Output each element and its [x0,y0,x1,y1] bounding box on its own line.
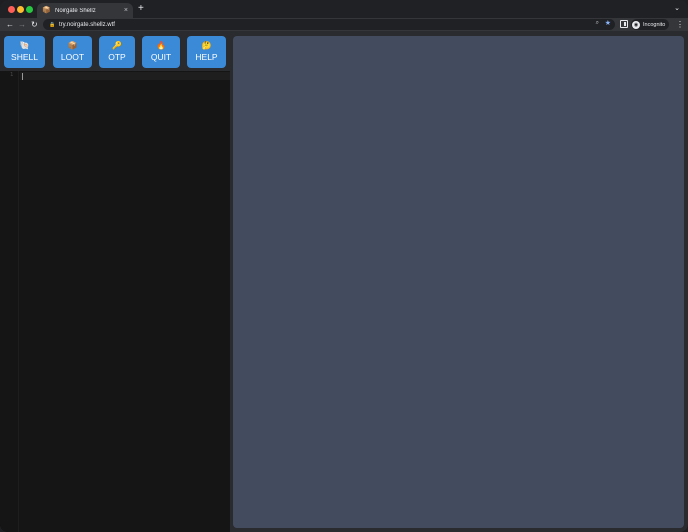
quit-button-label: QUIT [150,52,172,62]
fire-icon: 🔥 [156,41,166,50]
code-editor[interactable]: 1 [0,71,230,532]
thinking-face-icon: 🤔 [201,41,212,50]
zoom-icon[interactable]: ⌕ [596,20,599,27]
tab-close-icon[interactable]: × [124,7,128,14]
package-icon: 📦 [67,41,78,50]
lock-icon[interactable]: 🔒 [49,22,57,28]
browser-menu-icon[interactable]: ⋮ [676,19,684,30]
page-content: 🐚 SHELL 📦 LOOT 🔑 OTP 🔥 QUIT 🤔 HELP 1 [0,31,688,532]
action-button-bar: 🐚 SHELL 📦 LOOT 🔑 OTP 🔥 QUIT 🤔 HELP [0,31,230,71]
terminal-panel[interactable] [233,36,684,528]
maximize-window-button[interactable] [26,6,33,13]
address-bar[interactable]: 🔒 try.noirgate.shellz.wtf ⌕ ★ [43,19,615,30]
incognito-icon: ◉ [632,20,640,29]
shell-icon: 🐚 [19,41,30,50]
new-tab-button[interactable]: + [138,3,144,15]
browser-window: 📦 Noirgate Shellz × + ⌄ ← → ↻ 🔒 try.noir… [0,0,688,532]
tab-strip: 📦 Noirgate Shellz × + ⌄ [0,0,688,18]
browser-toolbar: ← → ↻ 🔒 try.noirgate.shellz.wtf ⌕ ★ ◉ In… [0,18,688,31]
shell-button-label: SHELL [11,52,38,62]
help-button-label: HELP [195,52,218,62]
loot-button-label: LOOT [60,52,85,62]
key-icon: 🔑 [112,41,122,50]
quit-button[interactable]: 🔥 QUIT [142,36,180,68]
line-number: 1 [10,72,14,78]
browser-tab[interactable]: 📦 Noirgate Shellz × [37,3,133,18]
active-line-highlight [20,72,230,80]
shell-button[interactable]: 🐚 SHELL [4,36,45,68]
editor-gutter: 1 [0,71,19,532]
side-panel-icon[interactable] [620,20,628,28]
help-button[interactable]: 🤔 HELP [187,36,226,68]
forward-arrow-icon[interactable]: → [18,19,26,30]
otp-button-label: OTP [108,52,126,62]
minimize-window-button[interactable] [17,6,24,13]
otp-button[interactable]: 🔑 OTP [99,36,135,68]
loot-button[interactable]: 📦 LOOT [53,36,92,68]
tab-favicon-icon: 📦 [42,7,51,14]
close-window-button[interactable] [8,6,15,13]
text-cursor [22,73,23,80]
tab-search-chevron-icon[interactable]: ⌄ [674,4,680,12]
left-pane: 🐚 SHELL 📦 LOOT 🔑 OTP 🔥 QUIT 🤔 HELP 1 [0,31,230,532]
incognito-profile-button[interactable]: ◉ Incognito [631,19,670,30]
url-text[interactable]: try.noirgate.shellz.wtf [59,22,115,28]
reload-icon[interactable]: ↻ [31,19,38,30]
bookmark-star-icon[interactable]: ★ [605,19,611,27]
back-arrow-icon[interactable]: ← [6,19,14,30]
tab-title: Noirgate Shellz [55,7,96,14]
incognito-label: Incognito [643,21,666,28]
